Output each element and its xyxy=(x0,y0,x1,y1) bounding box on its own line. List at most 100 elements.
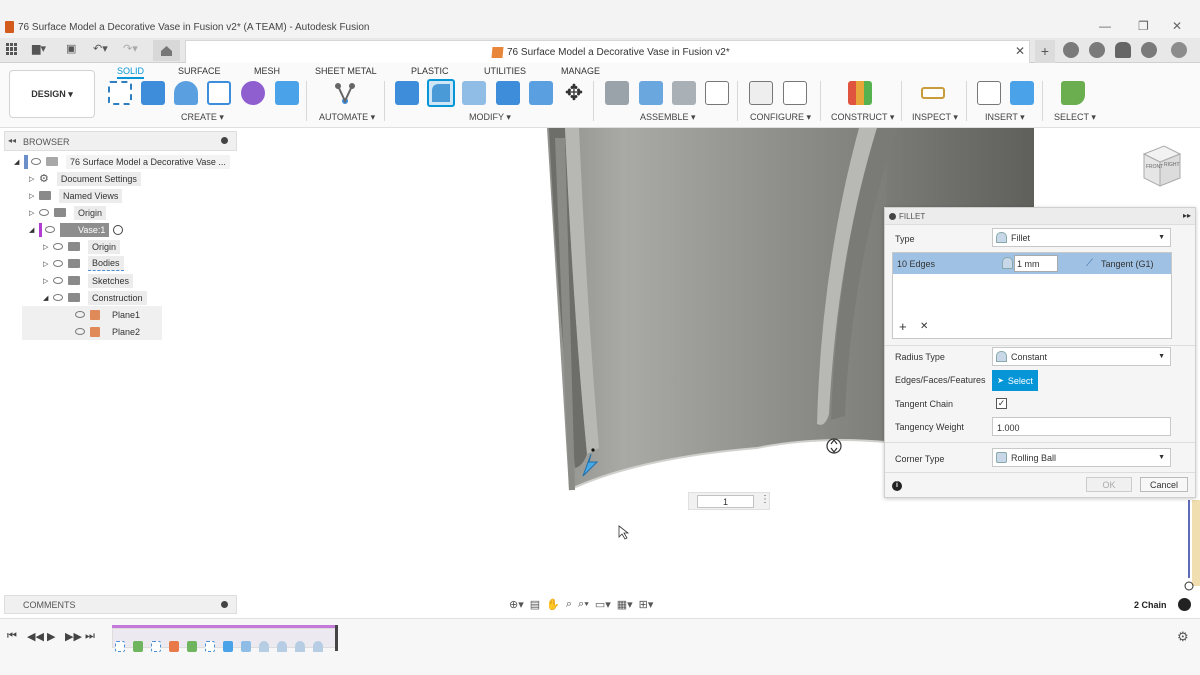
insert-derive-icon[interactable] xyxy=(977,81,1001,105)
viewports-icon[interactable]: ⊞▾ xyxy=(639,598,654,611)
tab-sheet-metal[interactable]: SHEET METAL xyxy=(315,66,377,76)
timeline-settings-gear-icon[interactable]: ⚙ xyxy=(1177,629,1189,645)
orbit-icon[interactable]: ⊕▾ xyxy=(509,598,524,611)
tree-row-document-settings[interactable]: ▷ ⚙ Document Settings xyxy=(14,170,239,187)
grid-settings-icon[interactable]: ▦▾ xyxy=(617,598,633,611)
insert-group-label[interactable]: INSERT ▾ xyxy=(985,112,1025,123)
press-pull-icon[interactable] xyxy=(395,81,419,105)
type-dropdown[interactable]: Fillet ▼ xyxy=(992,228,1171,247)
document-tab[interactable]: 76 Surface Model a Decorative Vase in Fu… xyxy=(185,40,1030,63)
tree-row-plane2[interactable]: Plane2 xyxy=(22,323,162,340)
activate-component-radio[interactable] xyxy=(113,224,124,235)
create-group-label[interactable]: CREATE ▾ xyxy=(181,112,224,123)
visibility-eye-icon[interactable] xyxy=(45,226,55,233)
collapse-triangle-icon[interactable]: ◢ xyxy=(29,226,39,234)
expand-triangle-icon[interactable]: ▷ xyxy=(43,260,53,268)
comments-pin-icon[interactable] xyxy=(221,601,228,608)
fit-zoom-icon[interactable]: ⌕▾ xyxy=(578,598,589,611)
tab-plastic[interactable]: PLASTIC xyxy=(411,66,449,76)
remove-edge-set-icon[interactable]: ✕ xyxy=(920,321,928,332)
joint-icon[interactable] xyxy=(639,81,663,105)
chamfer-icon[interactable] xyxy=(462,81,486,105)
tab-manage[interactable]: MANAGE xyxy=(561,66,600,76)
tree-row-vase-origin[interactable]: ▷ Origin xyxy=(14,238,239,255)
apps-grid-icon[interactable] xyxy=(6,43,18,55)
extrude-icon[interactable] xyxy=(141,81,165,105)
corner-type-dropdown[interactable]: Rolling Ball ▼ xyxy=(992,448,1171,467)
collapse-triangle-icon[interactable]: ◢ xyxy=(43,294,53,302)
tangency-weight-input[interactable]: 1.000 xyxy=(992,417,1171,436)
zoom-icon[interactable]: ⌕ xyxy=(566,598,572,611)
timeline-sketch-icon[interactable] xyxy=(151,641,161,652)
move-copy-icon[interactable]: ✥ xyxy=(562,81,586,105)
job-status-icon[interactable] xyxy=(1089,42,1105,58)
user-avatar[interactable] xyxy=(1171,42,1187,58)
tangent-chain-checkbox[interactable]: ✓ xyxy=(996,398,1007,409)
configuration-table-icon[interactable] xyxy=(783,81,807,105)
offset-plane-icon[interactable] xyxy=(848,81,872,105)
expand-dialog-icon[interactable]: ▸▸ xyxy=(1183,211,1191,220)
expand-triangle-icon[interactable]: ▷ xyxy=(43,277,53,285)
as-built-joint-icon[interactable] xyxy=(672,81,696,105)
workspace-switcher-button[interactable]: DESIGN ▾ xyxy=(9,70,95,118)
create-sketch-icon[interactable] xyxy=(108,81,132,105)
timeline-fillet-icon[interactable] xyxy=(259,641,269,652)
select-edges-button[interactable]: ➤ Select xyxy=(992,370,1038,391)
visibility-eye-icon[interactable] xyxy=(75,328,85,335)
timeline-revolve-icon[interactable] xyxy=(169,641,179,652)
automate-group-label[interactable]: AUTOMATE ▾ xyxy=(319,112,375,123)
display-settings-icon[interactable]: ▭▾ xyxy=(595,598,611,611)
file-menu-icon[interactable]: ▆▾ xyxy=(32,42,46,55)
fillet-dialog-header[interactable]: FILLET ▸▸ xyxy=(885,208,1195,225)
new-tab-plus-icon[interactable]: + xyxy=(1035,40,1055,63)
maximize-button[interactable]: ❐ xyxy=(1138,19,1149,33)
collapse-browser-icon[interactable]: ◂◂ xyxy=(8,136,16,145)
info-icon[interactable]: i xyxy=(892,481,902,491)
visibility-eye-icon[interactable] xyxy=(39,209,49,216)
draft-icon[interactable] xyxy=(529,81,553,105)
tab-utilities[interactable]: UTILITIES xyxy=(484,66,526,76)
configure-group-label[interactable]: CONFIGURE ▾ xyxy=(750,112,811,123)
tree-row-named-views[interactable]: ▷ Named Views xyxy=(14,187,239,204)
ok-button[interactable]: OK xyxy=(1086,477,1132,492)
bill-of-materials-icon[interactable] xyxy=(705,81,729,105)
visibility-eye-icon[interactable] xyxy=(53,243,63,250)
extensions-icon[interactable] xyxy=(1063,42,1079,58)
insert-image-icon[interactable] xyxy=(1010,81,1034,105)
visibility-eye-icon[interactable] xyxy=(75,311,85,318)
timeline-sketch-icon[interactable] xyxy=(205,641,215,652)
shell-icon[interactable] xyxy=(496,81,520,105)
timeline-sketch-icon[interactable] xyxy=(115,641,125,652)
add-edge-set-icon[interactable]: + xyxy=(899,319,907,334)
viewcube[interactable]: FRONT RIGHT xyxy=(1134,140,1186,192)
continuity-value[interactable]: Tangent (G1) xyxy=(1101,259,1154,269)
select-group-label[interactable]: SELECT ▾ xyxy=(1054,112,1096,123)
timeline-plane-icon[interactable] xyxy=(133,641,143,652)
help-icon[interactable] xyxy=(1141,42,1157,58)
form-icon[interactable] xyxy=(241,81,265,105)
close-window-button[interactable]: ✕ xyxy=(1172,19,1182,33)
edge-selection-list[interactable]: 10 Edges 1 mm ⟋ Tangent (G1) + ✕ xyxy=(892,252,1172,339)
tree-row-vase-component[interactable]: ◢ Vase:1 xyxy=(14,221,239,238)
revolve-icon[interactable] xyxy=(174,81,198,105)
step-back-icon[interactable]: ◀◀ xyxy=(27,630,44,643)
visibility-eye-icon[interactable] xyxy=(53,277,63,284)
modify-group-label[interactable]: MODIFY ▾ xyxy=(469,112,511,123)
measure-icon[interactable] xyxy=(921,87,945,99)
close-tab-icon[interactable]: ✕ xyxy=(1015,44,1025,58)
tree-row-sketches[interactable]: ▷ Sketches xyxy=(14,272,239,289)
look-at-icon[interactable]: ▤ xyxy=(530,598,540,611)
timeline-marker[interactable] xyxy=(335,625,338,651)
select-icon[interactable] xyxy=(1061,81,1085,105)
inspect-group-label[interactable]: INSPECT ▾ xyxy=(912,112,958,123)
tree-row-bodies[interactable]: ▷ Bodies xyxy=(14,255,239,272)
undo-icon[interactable]: ↶▾ xyxy=(93,42,108,55)
tree-row-root[interactable]: ◢ 76 Surface Model a Decorative Vase ... xyxy=(14,153,239,170)
timeline-fillet-icon[interactable] xyxy=(313,641,323,652)
timeline-plane-icon[interactable] xyxy=(187,641,197,652)
comments-panel-header[interactable]: COMMENTS xyxy=(4,595,237,614)
timeline-surface-icon[interactable] xyxy=(223,641,233,652)
radius-input[interactable]: 1 mm xyxy=(1014,255,1058,272)
tab-solid[interactable]: SOLID xyxy=(117,66,145,79)
timeline-fillet-icon[interactable] xyxy=(295,641,305,652)
